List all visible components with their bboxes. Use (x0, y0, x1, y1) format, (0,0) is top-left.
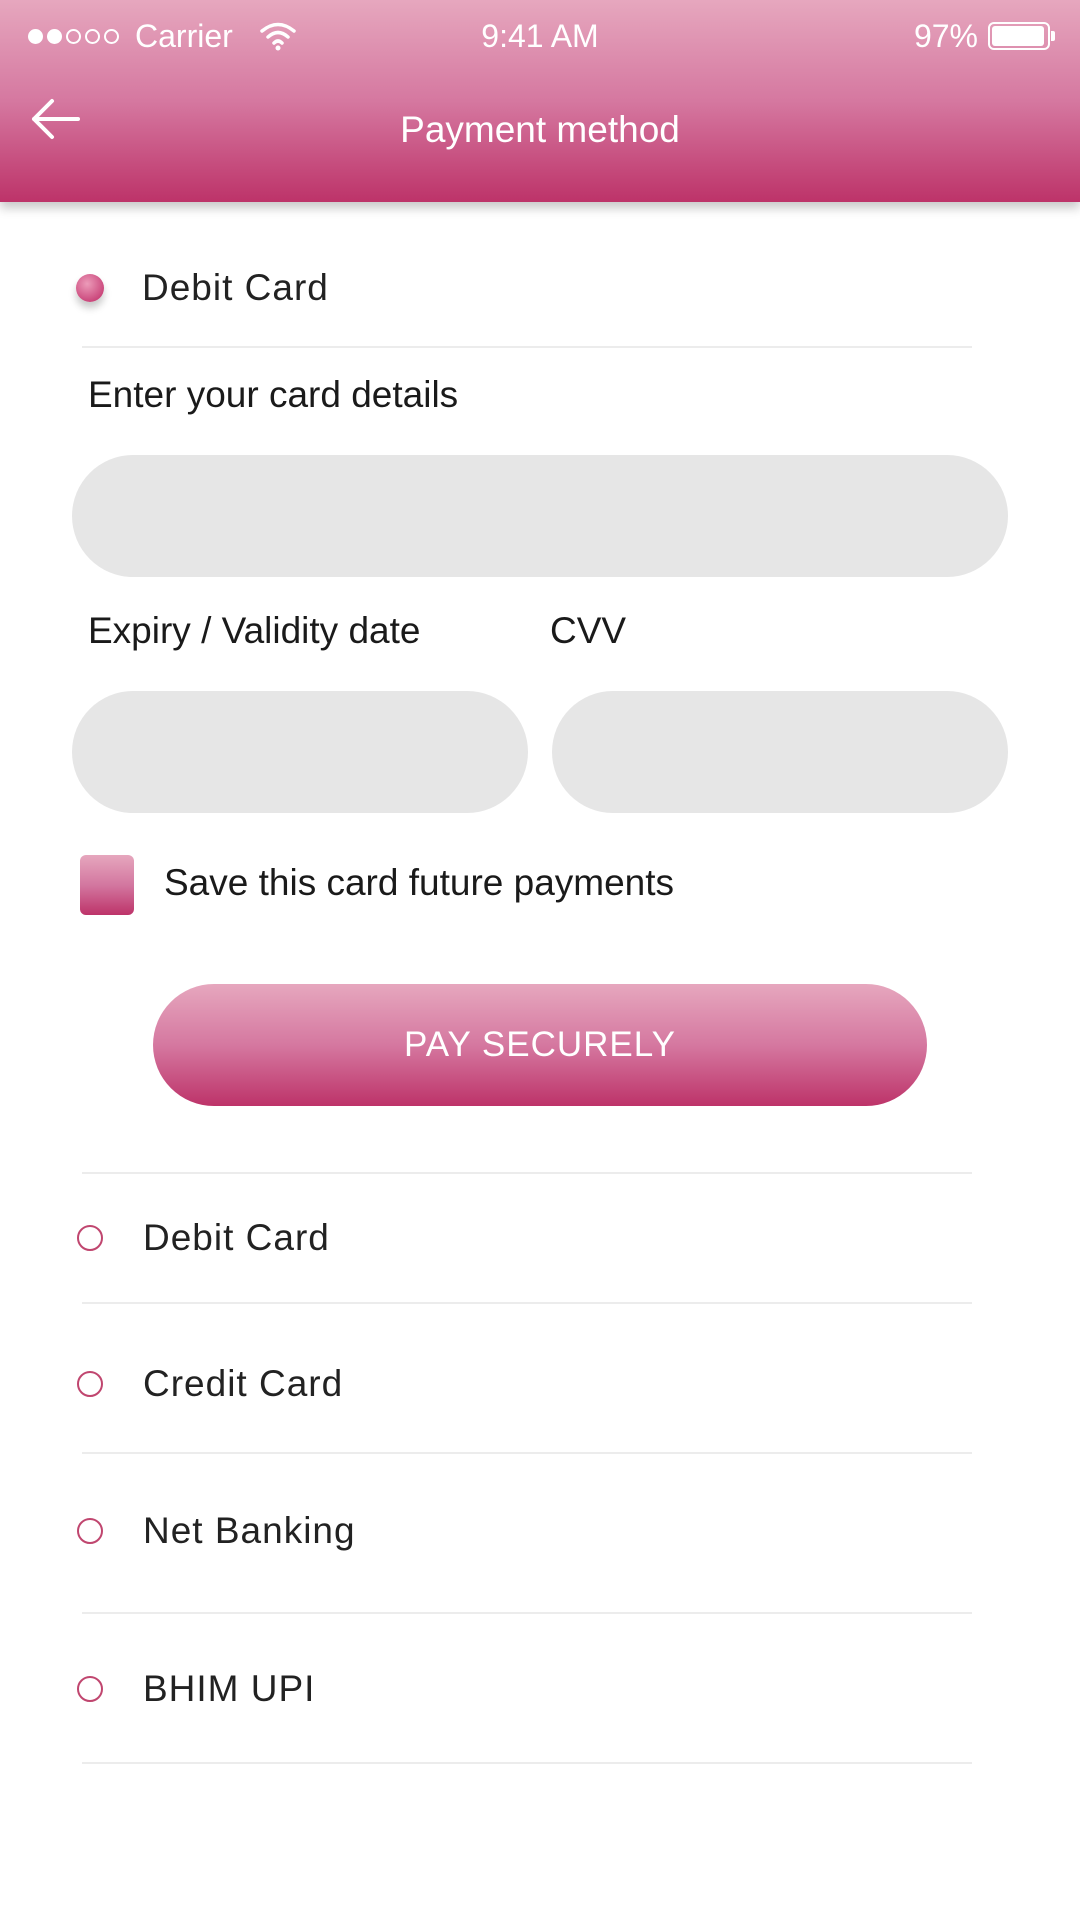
cvv-input[interactable] (552, 691, 1008, 813)
divider (82, 1302, 972, 1304)
divider (82, 346, 972, 348)
divider (82, 1612, 972, 1614)
option-label: BHIM UPI (143, 1668, 316, 1709)
radio-unselected-icon (77, 1676, 103, 1702)
divider (82, 1762, 972, 1764)
status-bar-right: 97% (913, 14, 1055, 58)
save-card-label: Save this card future payments (164, 862, 675, 903)
app-header: Carrier 9:41 AM 97% Payment method (0, 0, 1080, 202)
battery-fill (992, 26, 1045, 46)
option-label: Credit Card (143, 1363, 344, 1404)
card-number-input[interactable] (72, 455, 1008, 577)
option-debit-card[interactable]: Debit Card (70, 1208, 970, 1268)
selected-method-label: Debit Card (142, 267, 329, 308)
battery-icon (988, 22, 1055, 50)
pay-securely-button[interactable]: PAY SECURELY (153, 984, 927, 1106)
option-net-banking[interactable]: Net Banking (70, 1501, 970, 1561)
battery-percentage: 97% (913, 18, 978, 54)
radio-unselected-icon (77, 1371, 103, 1397)
option-label: Debit Card (143, 1217, 330, 1258)
expiry-input[interactable] (72, 691, 528, 813)
divider (82, 1172, 972, 1174)
option-bhim-upi[interactable]: BHIM UPI (70, 1659, 970, 1719)
payment-method-screen: Carrier 9:41 AM 97% Payment method Debit… (0, 0, 1080, 1920)
option-credit-card[interactable]: Credit Card (70, 1354, 970, 1414)
radio-selected-icon (76, 274, 104, 302)
option-label: Net Banking (143, 1510, 356, 1551)
divider (82, 1452, 972, 1454)
radio-unselected-icon (77, 1518, 103, 1544)
expiry-label: Expiry / Validity date (88, 610, 421, 651)
radio-unselected-icon (77, 1225, 103, 1251)
card-details-label: Enter your card details (88, 374, 459, 415)
cvv-label: CVV (550, 610, 627, 651)
selected-method-debit-card[interactable]: Debit Card (70, 258, 970, 318)
save-card-checkbox[interactable] (80, 855, 134, 915)
page-title: Payment method (400, 109, 680, 150)
